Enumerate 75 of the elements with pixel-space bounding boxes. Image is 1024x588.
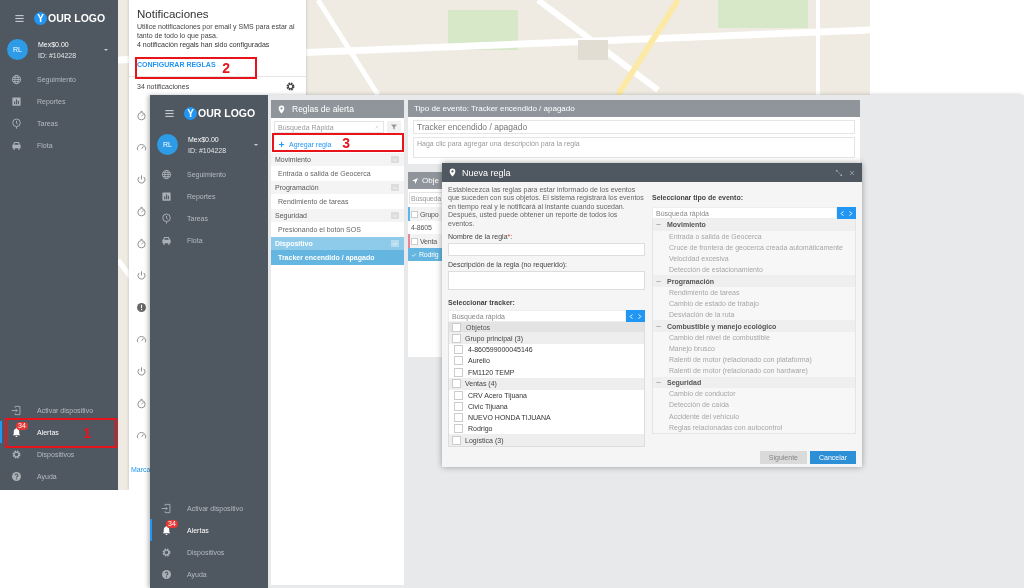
filter-icon (390, 123, 398, 131)
gauge-icon (136, 430, 147, 441)
info-icon (136, 302, 147, 313)
checkbox[interactable] (454, 390, 463, 400)
chart-icon (161, 190, 172, 202)
check-icon (411, 251, 417, 258)
chevron-right-icon (847, 209, 854, 217)
close-button[interactable] (848, 168, 856, 177)
power-icon (136, 270, 147, 281)
panel-title: Notificaciones (137, 8, 210, 20)
help-icon (11, 470, 22, 482)
previous-button[interactable] (839, 209, 846, 217)
pin-icon (277, 104, 286, 114)
globe-icon (161, 168, 172, 180)
panel-title: Obje (422, 176, 439, 185)
timer-icon (136, 238, 147, 249)
pin-icon (448, 168, 457, 177)
power-icon (136, 174, 147, 185)
previous-button[interactable] (628, 312, 635, 320)
enter-icon (11, 404, 22, 416)
resize-icon (835, 168, 843, 177)
menu-icon (14, 12, 25, 24)
chart-icon (11, 95, 22, 107)
description-field[interactable] (448, 271, 645, 291)
gauge-icon (136, 334, 147, 345)
help-icon (161, 568, 172, 580)
car-icon (11, 139, 22, 151)
checkbox[interactable] (454, 413, 463, 423)
navigation-icon (411, 176, 419, 185)
checkbox[interactable] (452, 333, 461, 343)
filter-button[interactable] (387, 121, 401, 133)
plus-icon (278, 141, 285, 148)
checkbox[interactable] (454, 345, 463, 355)
panel-title: Tipo de evento: Tracker encendido / apagado (414, 104, 575, 113)
checkbox[interactable] (411, 237, 418, 245)
close-icon (848, 168, 856, 177)
logo-text: OUR LOGO (198, 107, 256, 119)
settings-icon (161, 546, 172, 558)
car-icon (161, 234, 172, 246)
power-icon (136, 366, 147, 377)
checkbox[interactable] (452, 322, 461, 332)
checkbox[interactable] (454, 401, 463, 411)
clock-icon (11, 117, 22, 129)
gauge-icon (136, 142, 147, 153)
step-number: 1 (83, 426, 91, 440)
checkbox[interactable] (452, 379, 461, 389)
logo-mark: Y (34, 11, 47, 25)
next-button[interactable] (636, 312, 643, 320)
globe-icon (11, 73, 22, 85)
chevron-left-icon (628, 312, 635, 320)
clock-icon (161, 212, 172, 224)
chevron-left-icon (839, 209, 846, 217)
chevron-right-icon (636, 312, 643, 320)
timer-icon (136, 206, 147, 217)
menu-icon (164, 107, 175, 119)
timer-icon (136, 110, 147, 121)
checkbox[interactable] (454, 367, 463, 377)
enter-icon (161, 502, 172, 514)
checkbox[interactable] (454, 356, 463, 366)
clear-icon (374, 124, 380, 130)
checkbox[interactable] (411, 210, 418, 218)
step-number: 3 (342, 135, 350, 150)
checkbox[interactable] (454, 424, 463, 434)
dialog-title: Nueva regla (462, 167, 511, 178)
logo-text: OUR LOGO (48, 12, 106, 24)
panel-title: Reglas de alerta (292, 104, 354, 114)
timer-icon (136, 398, 147, 409)
settings-icon (285, 81, 296, 92)
checkbox[interactable] (452, 435, 461, 445)
name-field[interactable] (448, 243, 645, 257)
logo-mark: Y (184, 106, 197, 120)
name-field[interactable]: Tracker encendido / apagado (413, 120, 855, 134)
step-number: 2 (222, 61, 230, 75)
next-button[interactable] (847, 209, 854, 217)
settings-icon (11, 448, 22, 460)
